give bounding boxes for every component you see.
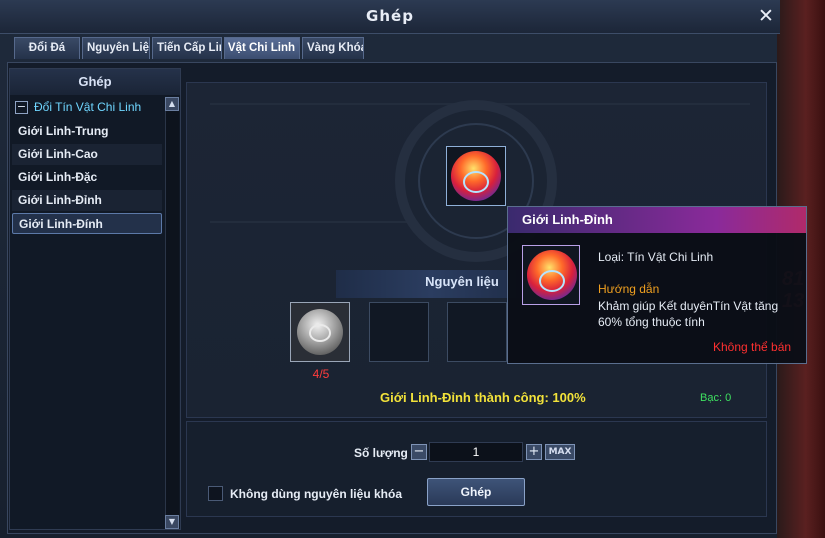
list-item[interactable]: Giới Linh-Trung xyxy=(12,121,162,142)
ring-outline xyxy=(463,171,489,193)
tooltip-description: Khảm giúp Kết duyênTín Vật tăng 60% tổng… xyxy=(598,299,779,329)
list-item[interactable]: Giới Linh-Cao xyxy=(12,144,162,165)
recipe-list: Ghép − Đổi Tín Vật Chi Linh Giới Linh-Tr… xyxy=(9,68,181,530)
scroll-down-icon[interactable]: ▼ xyxy=(165,515,179,529)
list-item-selected[interactable]: Giới Linh-Đính xyxy=(12,213,162,234)
list-item[interactable]: Giới Linh-Đỉnh xyxy=(12,190,162,211)
list-item[interactable]: Giới Linh-Đặc xyxy=(12,167,162,188)
material-slot-2[interactable] xyxy=(369,302,429,362)
tooltip-type: Loại: Tín Vật Chi Linh xyxy=(598,250,714,264)
category-row[interactable]: − Đổi Tín Vật Chi Linh xyxy=(12,97,162,117)
tab-doi-da[interactable]: Đổi Đá xyxy=(14,37,80,59)
ring-outline xyxy=(309,324,331,342)
title-bar: Ghép ✕ xyxy=(0,0,780,34)
scroll-up-icon[interactable]: ▲ xyxy=(165,97,179,111)
material-slot-1[interactable] xyxy=(290,302,350,362)
tooltip-guide: Hướng dẫn xyxy=(598,282,660,296)
close-icon[interactable]: ✕ xyxy=(756,6,776,26)
quantity-plus-button[interactable]: + xyxy=(526,444,542,460)
tooltip-item-icon xyxy=(522,245,580,305)
quantity-label: Số lượng xyxy=(354,446,408,460)
success-rate: Giới Linh-Đỉnh thành công: 100% xyxy=(380,390,586,405)
no-locked-materials-checkbox[interactable] xyxy=(208,486,223,501)
category-label: Đổi Tín Vật Chi Linh xyxy=(34,100,142,114)
no-locked-materials-label: Không dùng nguyên liệu khóa xyxy=(230,487,402,501)
recipe-list-header: Ghép xyxy=(10,69,180,95)
collapse-icon[interactable]: − xyxy=(15,100,28,114)
silver-ring-icon xyxy=(297,309,343,355)
quantity-input[interactable] xyxy=(429,442,523,462)
quantity-minus-button[interactable]: − xyxy=(411,444,427,460)
combine-window: 81 13 Ghép ✕ Đổi Đá Nguyên Liệu Tiến Cấp… xyxy=(0,0,825,538)
tab-tin-vat-chi-linh[interactable]: Tín Vật Chi Linh xyxy=(224,37,300,59)
ring-gem-icon xyxy=(451,151,501,201)
tab-nguyen-lieu[interactable]: Nguyên Liệu xyxy=(82,37,150,59)
material-count: 4/5 xyxy=(312,367,330,381)
tooltip-header: Giới Linh-Đỉnh xyxy=(508,207,806,233)
quantity-max-button[interactable]: MAX xyxy=(545,444,575,460)
window-title: Ghép xyxy=(366,7,414,25)
material-slot-3[interactable] xyxy=(447,302,507,362)
tab-bar: Đổi Đá Nguyên Liệu Tiến Cấp Linh Tín Vật… xyxy=(14,37,366,59)
tab-tien-cap-linh[interactable]: Tiến Cấp Linh xyxy=(152,37,222,59)
ring-outline xyxy=(539,270,565,292)
ring-gem-icon xyxy=(527,250,577,300)
scrollbar[interactable] xyxy=(165,97,179,529)
item-tooltip: Giới Linh-Đỉnh Loại: Tín Vật Chi Linh Hư… xyxy=(507,206,807,364)
result-item-slot[interactable] xyxy=(446,146,506,206)
tooltip-title: Giới Linh-Đỉnh xyxy=(522,212,613,227)
tooltip-not-sellable: Không thể bán xyxy=(713,340,792,354)
silver-balance: Bạc: 0 xyxy=(700,392,732,404)
combine-button[interactable]: Ghép xyxy=(427,478,525,506)
tab-vang-khoa[interactable]: Vàng Khóa xyxy=(302,37,364,59)
